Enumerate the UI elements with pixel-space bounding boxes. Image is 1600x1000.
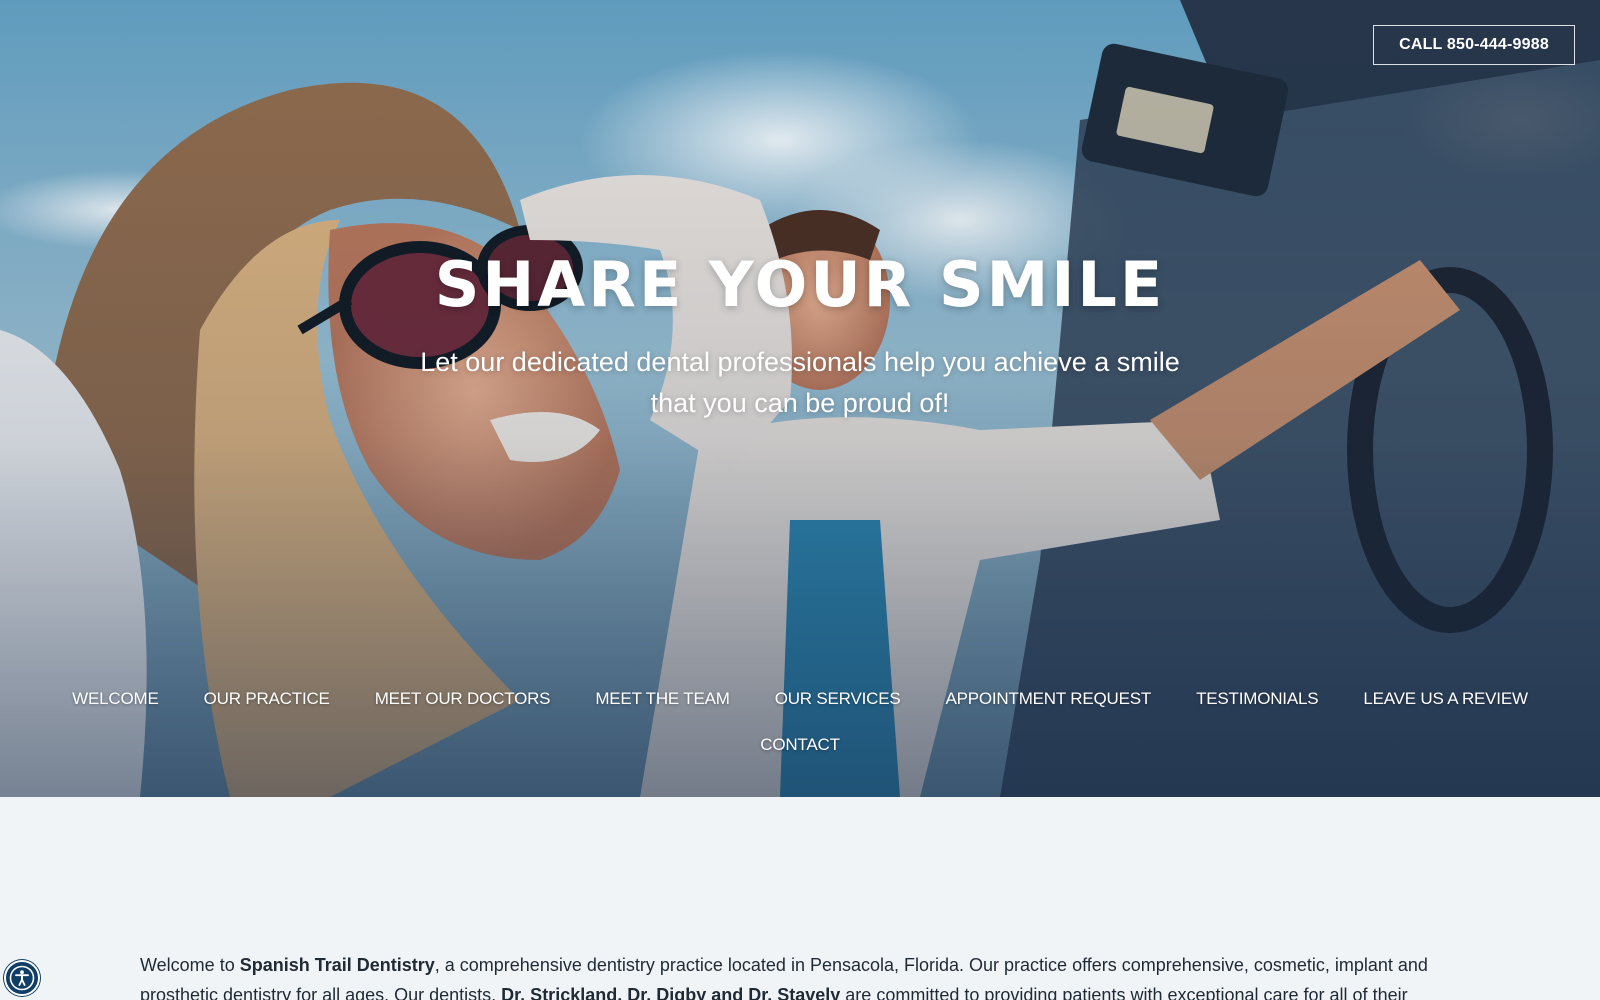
welcome-section: Welcome to Spanish Trail Dentistry, a co… <box>0 797 1600 1000</box>
hero-banner: CALL 850-444-9988 SHARE YOUR SMILE Let o… <box>0 0 1600 797</box>
main-navigation: WELCOME OUR PRACTICE MEET OUR DOCTORS ME… <box>40 686 1560 758</box>
page: CALL 850-444-9988 SHARE YOUR SMILE Let o… <box>0 0 1600 1000</box>
call-phone-button[interactable]: CALL 850-444-9988 <box>1373 25 1575 65</box>
nav-item-welcome[interactable]: WELCOME <box>72 686 159 712</box>
accessibility-button[interactable] <box>4 960 40 996</box>
intro-text-1: Welcome to <box>140 955 240 975</box>
nav-item-our-practice[interactable]: OUR PRACTICE <box>204 686 330 712</box>
doctor-names: Dr. Strickland, Dr. Digby and Dr. Stavel… <box>501 985 841 1000</box>
welcome-paragraph: Welcome to Spanish Trail Dentistry, a co… <box>140 950 1460 1000</box>
hero-headline: SHARE YOUR SMILE <box>434 248 1166 321</box>
nav-item-leave-us-a-review[interactable]: LEAVE US A REVIEW <box>1363 686 1528 712</box>
nav-item-our-services[interactable]: OUR SERVICES <box>775 686 901 712</box>
nav-item-appointment-request[interactable]: APPOINTMENT REQUEST <box>945 686 1151 712</box>
nav-item-testimonials[interactable]: TESTIMONIALS <box>1196 686 1318 712</box>
nav-item-meet-the-team[interactable]: MEET THE TEAM <box>595 686 730 712</box>
practice-name: Spanish Trail Dentistry <box>239 955 435 975</box>
nav-item-contact[interactable]: CONTACT <box>760 732 840 758</box>
hero-subheadline: Let our dedicated dental professionals h… <box>420 347 1180 418</box>
accessibility-icon <box>9 965 35 991</box>
nav-item-meet-our-doctors[interactable]: MEET OUR DOCTORS <box>375 686 551 712</box>
